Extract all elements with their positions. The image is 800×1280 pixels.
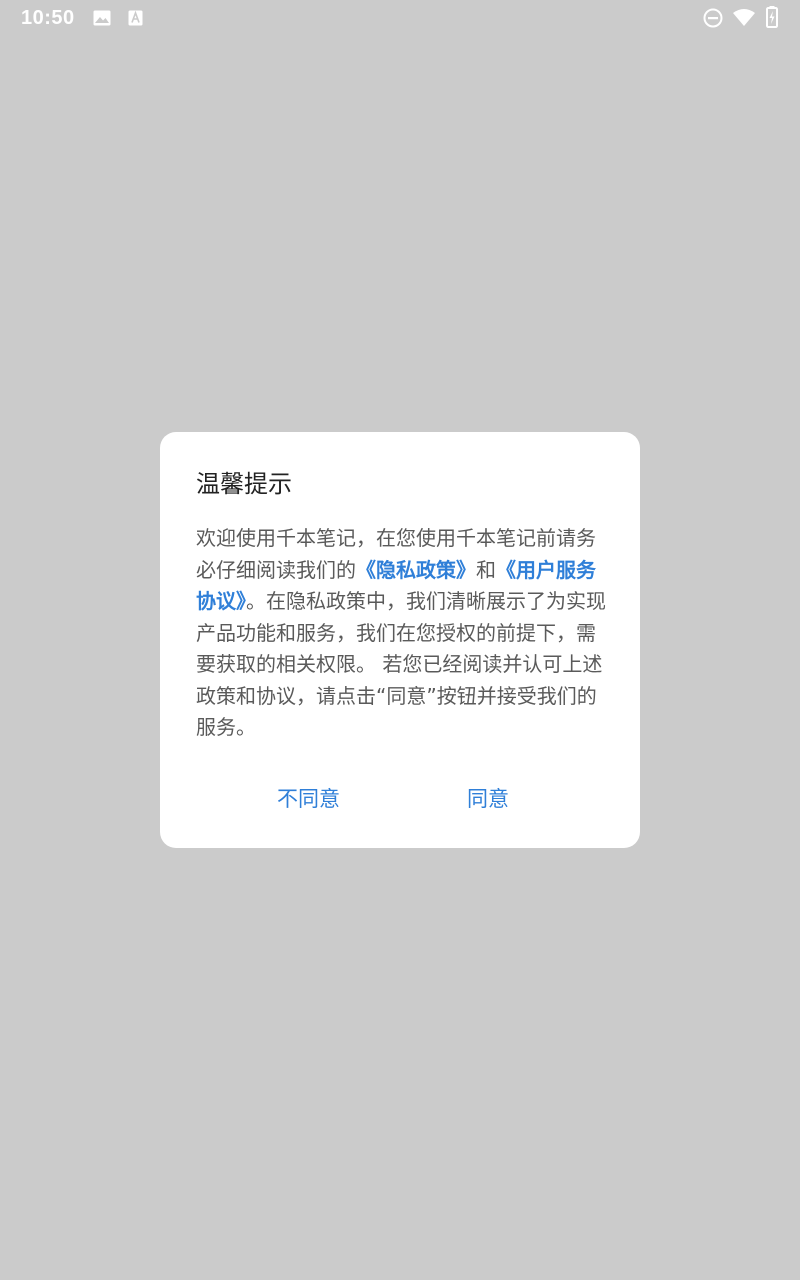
dialog-body: 欢迎使用千本笔记，在您使用千本笔记前请务必仔细阅读我们的《隐私政策》和《用户服务…: [196, 523, 606, 744]
status-bar: 10:50: [0, 0, 800, 36]
do-not-disturb-icon: [703, 8, 723, 28]
body-text-2: 和: [476, 557, 496, 582]
disagree-button[interactable]: 不同意: [277, 782, 340, 816]
agree-button[interactable]: 同意: [467, 782, 509, 816]
photo-icon: [93, 10, 111, 26]
screen: 10:50 温馨提示 欢迎使用千本笔记，在您使用千本笔记前请务必仔细阅读我们的《…: [0, 0, 800, 1280]
privacy-policy-link[interactable]: 《隐私政策》: [356, 558, 476, 582]
wifi-icon: [733, 9, 755, 26]
privacy-dialog: 温馨提示 欢迎使用千本笔记，在您使用千本笔记前请务必仔细阅读我们的《隐私政策》和…: [160, 432, 640, 848]
text-a-icon: [128, 10, 143, 26]
body-text-3: 。在隐私政策中，我们清晰展示了为实现产品功能和服务，我们在您授权的前提下，需要获…: [196, 589, 606, 739]
status-time: 10:50: [21, 7, 75, 29]
battery-charging-icon: [766, 6, 778, 28]
dialog-title: 温馨提示: [196, 470, 292, 498]
